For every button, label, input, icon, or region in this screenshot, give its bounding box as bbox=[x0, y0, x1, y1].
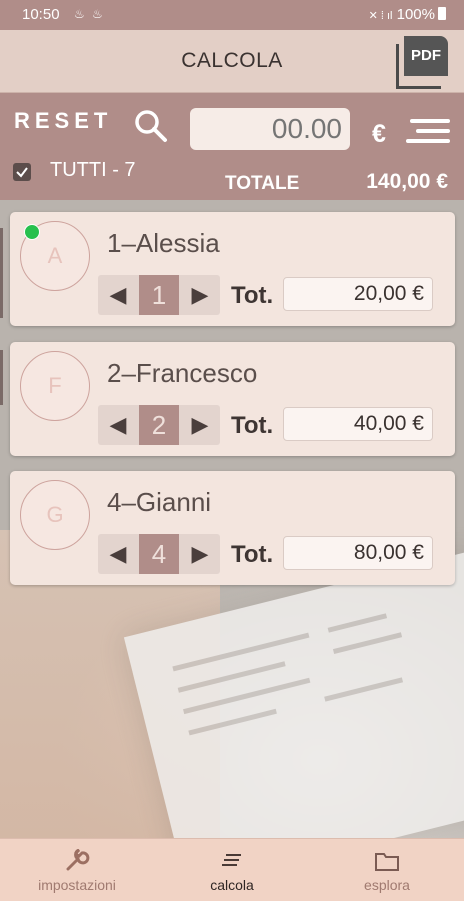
status-bar: 10:50 ♨ ♨ ✕ ⁞ ıl 100% bbox=[0, 0, 464, 30]
folder-icon bbox=[375, 853, 399, 871]
quantity-value: 2 bbox=[139, 405, 179, 445]
status-right: ✕ ⁞ ıl 100% bbox=[369, 6, 446, 23]
person-total-field[interactable]: 80,00 € bbox=[283, 536, 433, 570]
decrement-button[interactable]: ◀ bbox=[98, 405, 138, 445]
quantity-value: 1 bbox=[139, 275, 179, 315]
search-icon[interactable] bbox=[134, 109, 168, 143]
nav-item-impostazioni[interactable]: impostazioni bbox=[0, 839, 154, 901]
person-name: 1–Alessia bbox=[107, 228, 220, 258]
person-total-field[interactable]: 40,00 € bbox=[283, 407, 433, 441]
tot-label: Tot. bbox=[231, 412, 274, 439]
avatar[interactable]: F bbox=[20, 351, 90, 421]
signal-icon: ✕ ⁞ ıl bbox=[368, 10, 393, 22]
tot-label: Tot. bbox=[231, 282, 274, 309]
nav-item-esplora[interactable]: esplora bbox=[310, 839, 464, 901]
list-icon bbox=[222, 854, 241, 866]
battery-icon bbox=[438, 7, 446, 20]
increment-button[interactable]: ▶ bbox=[180, 275, 220, 315]
person-name: 4–Gianni bbox=[107, 487, 212, 517]
quantity-value: 4 bbox=[139, 534, 179, 574]
quantity-stepper: ◀ 4 ▶ bbox=[98, 534, 220, 574]
battery-percent: 100% bbox=[396, 6, 435, 23]
calc-toolbar: RESET € TUTTI - 7 TOTALE 140,00 € bbox=[0, 93, 464, 200]
pdf-export-button[interactable]: PDF bbox=[396, 36, 448, 89]
total-label: TOTALE bbox=[225, 173, 300, 194]
page-title: CALCOLA bbox=[181, 49, 283, 72]
whatsapp-icon bbox=[24, 224, 40, 240]
person-card[interactable]: G 4–Gianni ◀ 4 ▶ Tot. 80,00 € bbox=[10, 471, 455, 585]
amount-input[interactable] bbox=[190, 108, 350, 150]
decrement-button[interactable]: ◀ bbox=[98, 534, 138, 574]
notification-icon: ♨ bbox=[92, 7, 103, 21]
currency-symbol: € bbox=[372, 120, 386, 148]
status-time: 10:50 bbox=[22, 6, 60, 23]
quantity-stepper: ◀ 1 ▶ bbox=[98, 275, 220, 315]
pdf-icon: PDF bbox=[404, 36, 448, 76]
reset-button[interactable]: RESET bbox=[14, 108, 112, 134]
increment-button[interactable]: ▶ bbox=[180, 534, 220, 574]
person-name: 2–Francesco bbox=[107, 358, 258, 388]
left-edge-indicator bbox=[0, 228, 3, 318]
person-card[interactable]: A 1–Alessia ◀ 1 ▶ Tot. 20,00 € bbox=[10, 212, 455, 326]
notification-icon: ♨ bbox=[74, 7, 85, 21]
nav-label: esplora bbox=[364, 877, 410, 893]
avatar[interactable]: G bbox=[20, 480, 90, 550]
increment-button[interactable]: ▶ bbox=[180, 405, 220, 445]
person-card[interactable]: F 2–Francesco ◀ 2 ▶ Tot. 40,00 € bbox=[10, 342, 455, 456]
select-all-label[interactable]: TUTTI - 7 bbox=[50, 159, 136, 182]
nav-label: calcola bbox=[210, 877, 254, 893]
app-bar: CALCOLA PDF bbox=[0, 30, 464, 93]
select-all-checkbox[interactable] bbox=[13, 163, 31, 181]
tot-label: Tot. bbox=[231, 541, 274, 568]
total-value: 140,00 € bbox=[366, 170, 448, 193]
bottom-nav: impostazioni calcola esplora bbox=[0, 838, 464, 901]
nav-item-calcola[interactable]: calcola bbox=[155, 839, 309, 901]
sort-icon[interactable] bbox=[406, 119, 450, 145]
wrench-icon bbox=[66, 849, 90, 871]
nav-label: impostazioni bbox=[38, 877, 116, 893]
decrement-button[interactable]: ◀ bbox=[98, 275, 138, 315]
quantity-stepper: ◀ 2 ▶ bbox=[98, 405, 220, 445]
person-total-field[interactable]: 20,00 € bbox=[283, 277, 433, 311]
left-edge-indicator bbox=[0, 350, 3, 405]
